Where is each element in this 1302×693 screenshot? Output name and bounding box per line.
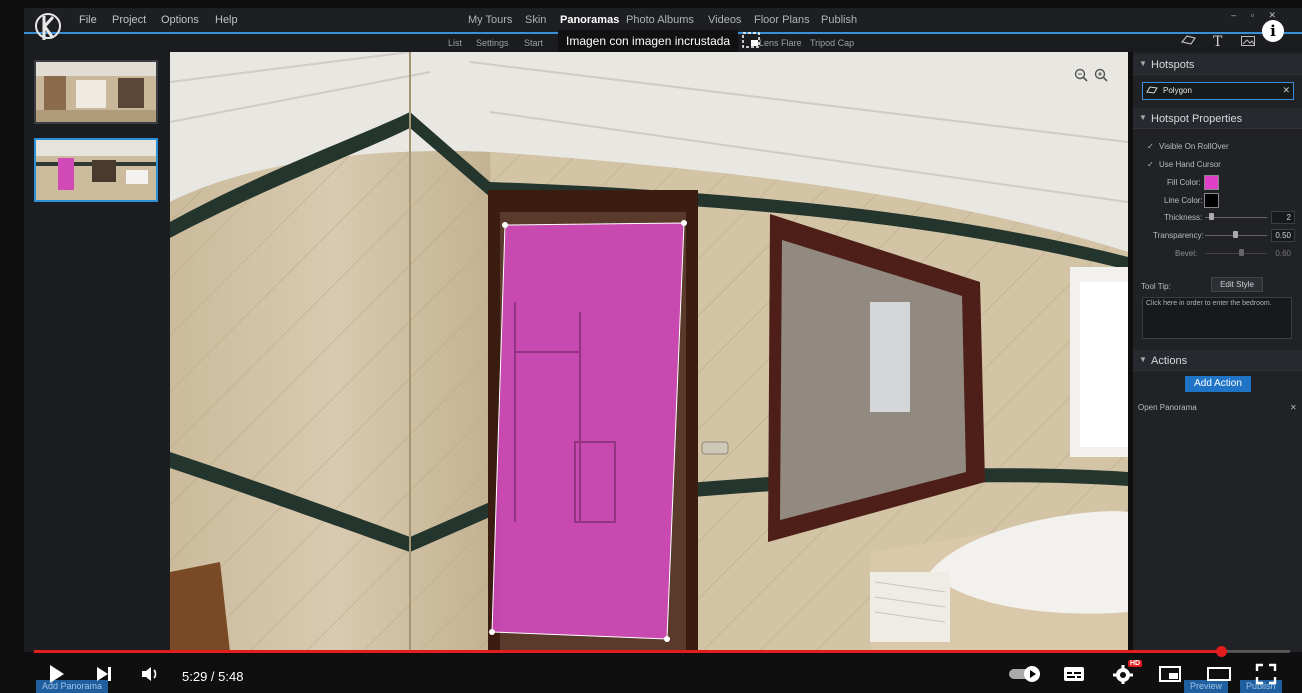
settings-icon[interactable]: HD bbox=[1112, 660, 1143, 685]
subnav-settings[interactable]: Settings bbox=[476, 38, 509, 48]
add-action-button[interactable]: Add Action bbox=[1185, 376, 1251, 392]
hotspots-header[interactable]: ▼ Hotspots bbox=[1133, 54, 1302, 75]
thickness-slider[interactable] bbox=[1205, 217, 1267, 218]
hand-cursor-label: Use Hand Cursor bbox=[1159, 160, 1221, 169]
panorama-list bbox=[24, 52, 170, 652]
next-icon[interactable] bbox=[94, 663, 118, 685]
image-tool-icon[interactable] bbox=[1241, 36, 1255, 48]
hand-cursor-checkbox[interactable]: ✓ bbox=[1147, 160, 1154, 169]
tooltip-textarea[interactable]: Click here in order to enter the bedroom… bbox=[1142, 297, 1292, 339]
transparency-slider-handle[interactable] bbox=[1233, 231, 1238, 238]
theater-icon[interactable] bbox=[1206, 663, 1231, 685]
menu-file[interactable]: File bbox=[79, 14, 97, 26]
zoom-out-icon[interactable] bbox=[1074, 68, 1088, 82]
subnav-start[interactable]: Start bbox=[524, 38, 543, 48]
pip-icon[interactable] bbox=[742, 32, 760, 48]
subnav-tripod-cap[interactable]: Tripod Cap bbox=[810, 38, 854, 48]
thickness-label: Thickness: bbox=[1164, 213, 1203, 222]
nav-floor-plans[interactable]: Floor Plans bbox=[754, 14, 810, 26]
volume-icon[interactable] bbox=[140, 663, 164, 685]
subnav-list[interactable]: List bbox=[448, 38, 462, 48]
miniplayer-icon[interactable] bbox=[1158, 663, 1182, 685]
visible-rollover-checkbox[interactable]: ✓ bbox=[1147, 142, 1154, 151]
collapse-arrow-icon: ▼ bbox=[1139, 355, 1147, 364]
menu-help[interactable]: Help bbox=[215, 14, 238, 26]
play-icon[interactable] bbox=[46, 663, 70, 685]
line-color-label: Line Color: bbox=[1164, 196, 1203, 205]
bevel-slider bbox=[1205, 253, 1267, 254]
thickness-input[interactable]: 2 bbox=[1271, 211, 1295, 224]
polygon-tool-icon[interactable] bbox=[1180, 34, 1197, 48]
remove-action-icon[interactable]: ✕ bbox=[1290, 403, 1297, 412]
fill-color-label: Fill Color: bbox=[1167, 178, 1201, 187]
collapse-arrow-icon: ▼ bbox=[1139, 59, 1147, 68]
bevel-label: Bevel: bbox=[1175, 249, 1198, 258]
tooltip-label: Tool Tip: bbox=[1141, 282, 1171, 291]
text-tool-icon[interactable]: T bbox=[1213, 34, 1222, 50]
thickness-slider-handle[interactable] bbox=[1209, 213, 1214, 220]
nav-publish[interactable]: Publish bbox=[821, 14, 857, 26]
action-item[interactable]: Open Panorama bbox=[1138, 403, 1197, 412]
progress-played bbox=[34, 650, 1221, 653]
hotspot-properties-header[interactable]: ▼ Hotspot Properties bbox=[1133, 108, 1302, 129]
nav-panoramas[interactable]: Panoramas bbox=[560, 14, 619, 26]
info-icon[interactable]: i bbox=[1262, 20, 1284, 42]
edit-style-button[interactable]: Edit Style bbox=[1211, 277, 1263, 292]
properties-panel: T ▼ Hotspots Polygon ✕ ▼ Hotspot Propert… bbox=[1133, 34, 1302, 652]
line-color-swatch[interactable] bbox=[1204, 193, 1219, 208]
zoom-in-icon[interactable] bbox=[1094, 68, 1108, 82]
polygon-icon bbox=[1146, 85, 1158, 97]
bevel-value: 0.60 bbox=[1275, 249, 1291, 258]
fill-color-swatch[interactable] bbox=[1204, 175, 1219, 190]
player-controls: 5:29 / 5:48 HD bbox=[0, 655, 1302, 693]
subnav-lens-flare[interactable]: Lens Flare bbox=[759, 38, 802, 48]
nav-my-tours[interactable]: My Tours bbox=[468, 14, 512, 26]
menu-project[interactable]: Project bbox=[112, 14, 146, 26]
menu-options[interactable]: Options bbox=[161, 14, 199, 26]
hd-badge: HD bbox=[1128, 660, 1143, 667]
pip-tooltip: Imagen con imagen incrustada bbox=[558, 30, 739, 52]
delete-hotspot-icon[interactable]: ✕ bbox=[1282, 85, 1290, 96]
nav-videos[interactable]: Videos bbox=[708, 14, 741, 26]
visible-rollover-label: Visible On RollOver bbox=[1159, 142, 1229, 151]
hotspot-select[interactable]: Polygon ✕ bbox=[1142, 82, 1294, 100]
transparency-label: Transparency: bbox=[1153, 231, 1204, 240]
bevel-slider-handle bbox=[1239, 249, 1244, 256]
subtitles-icon[interactable] bbox=[1062, 663, 1086, 685]
transparency-input[interactable]: 0.50 bbox=[1271, 229, 1295, 242]
timecode: 5:29 / 5:48 bbox=[182, 669, 244, 684]
panorama-thumbnail[interactable] bbox=[34, 60, 158, 124]
logo-icon bbox=[34, 10, 62, 46]
autoplay-toggle-icon[interactable] bbox=[1008, 663, 1044, 685]
fullscreen-icon[interactable] bbox=[1255, 663, 1279, 685]
collapse-arrow-icon: ▼ bbox=[1139, 113, 1147, 122]
actions-header[interactable]: ▼ Actions bbox=[1133, 350, 1302, 371]
panorama-viewer[interactable] bbox=[170, 52, 1128, 652]
nav-photo-albums[interactable]: Photo Albums bbox=[626, 14, 694, 26]
panorama-thumbnail-selected[interactable] bbox=[34, 138, 158, 202]
nav-skin[interactable]: Skin bbox=[525, 14, 546, 26]
